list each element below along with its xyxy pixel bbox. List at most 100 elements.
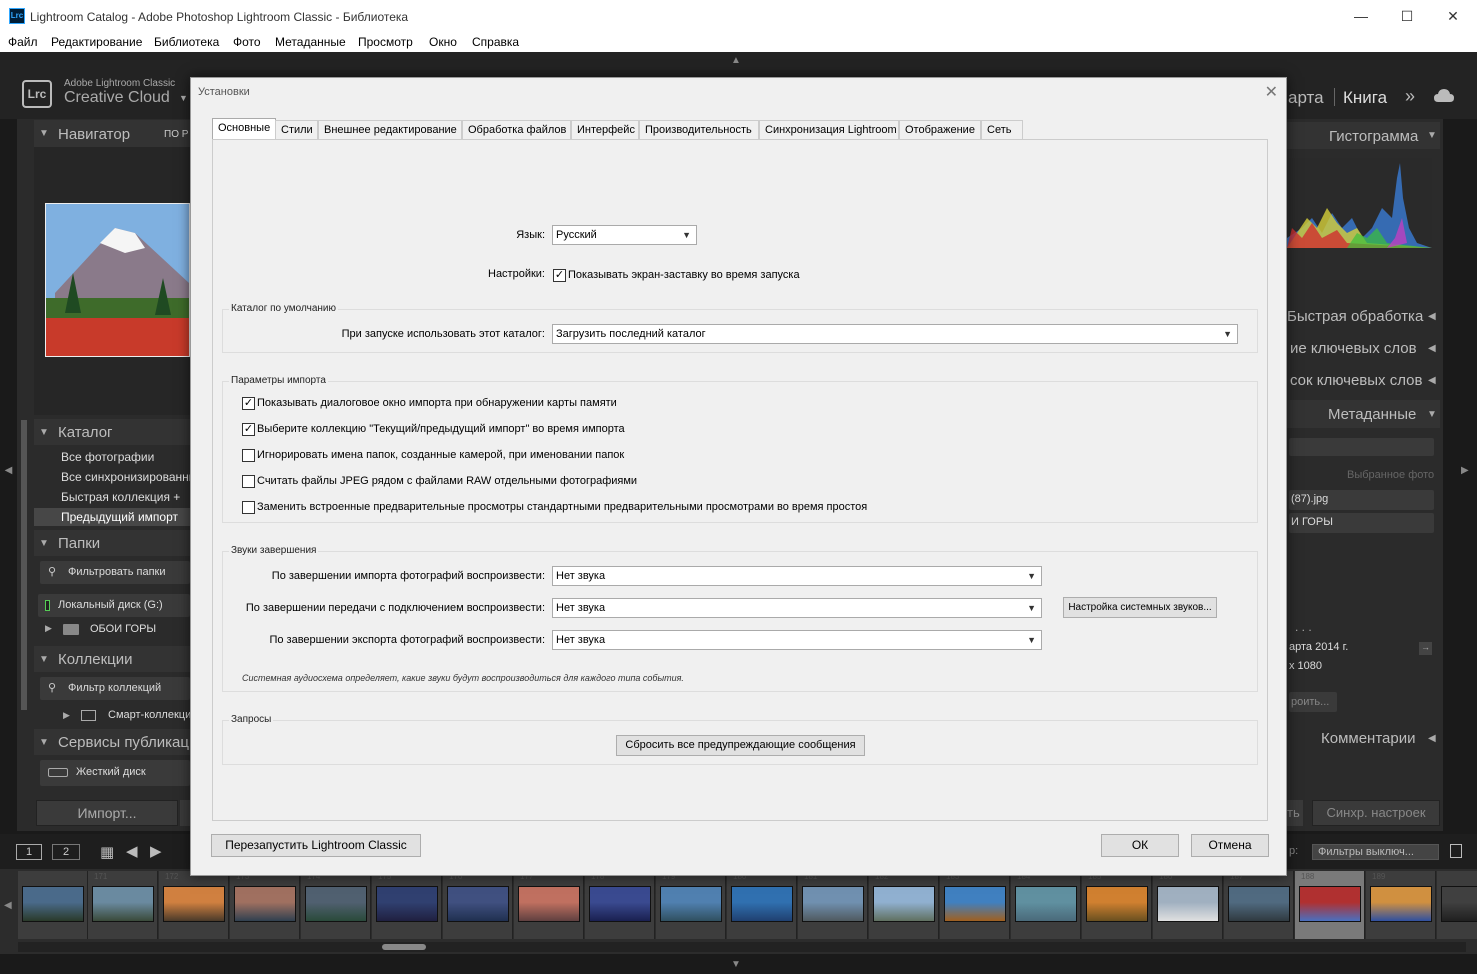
menu-metadata[interactable]: Метаданные [275,35,346,49]
hard-drive-service[interactable]: Жесткий диск [40,760,190,786]
export-button-partial[interactable] [180,800,190,826]
splash-checkbox[interactable]: ✓ [553,269,566,282]
module-book[interactable]: Книга [1343,88,1387,108]
tab-interface[interactable]: Интерфейс [571,120,639,140]
filmstrip-thumbnail[interactable] [1157,886,1219,922]
menu-edit[interactable]: Редактирование [51,35,142,49]
secondary-view-button[interactable]: 2 [52,844,80,860]
system-sounds-button[interactable]: Настройка системных звуков... [1063,597,1217,618]
volume-local-disk[interactable]: Локальный диск (G:) [38,594,190,617]
dialog-close-icon[interactable]: ✕ [1265,82,1278,102]
navigator-preview-image[interactable] [45,203,190,357]
import-sound-select[interactable]: Нет звука ▼ [552,566,1042,586]
close-window-button[interactable]: ✕ [1430,0,1476,32]
filmstrip-thumbnail[interactable] [873,886,935,922]
expand-keyword-list-icon[interactable]: ◀ [1428,375,1436,386]
primary-view-button[interactable]: 1 [16,844,42,860]
filmstrip-thumbnail[interactable] [802,886,864,922]
keyword-list-header[interactable]: сок ключевых слов ◀ [1287,366,1440,393]
module-map[interactable]: арта [1288,88,1324,108]
filmstrip-thumbnail[interactable] [1370,886,1432,922]
menu-help[interactable]: Справка [472,35,519,49]
filmstrip-thumbnail[interactable] [163,886,225,922]
histogram-header[interactable]: Гистограмма ▼ [1287,122,1440,149]
quick-develop-header[interactable]: Быстрая обработка ◀ [1287,302,1440,329]
expand-folder-icon[interactable]: ▶ [45,623,52,634]
import-option-checkbox[interactable] [242,475,255,488]
metadata-filename-field[interactable]: (87).jpg [1289,490,1434,510]
maximize-button[interactable]: ☐ [1384,0,1430,32]
back-arrow-icon[interactable]: ◀ [126,842,138,860]
filmstrip-thumbnail[interactable] [234,886,296,922]
catalog-startup-select[interactable]: Загрузить последний каталог ▼ [552,324,1238,344]
collapse-metadata-icon[interactable]: ▼ [1427,409,1437,420]
import-button[interactable]: Импорт... [36,800,178,826]
filmstrip-scrollbar[interactable] [18,942,1466,952]
filter-lock-icon[interactable] [1450,844,1462,858]
filmstrip-thumbnail[interactable] [518,886,580,922]
filmstrip-thumbnail[interactable] [1015,886,1077,922]
reset-warnings-button[interactable]: Сбросить все предупреждающие сообщения [616,735,865,756]
tab-performance[interactable]: Производительность [639,120,759,140]
filmstrip-thumbnail[interactable] [1228,886,1290,922]
menu-library[interactable]: Библиотека [154,35,219,49]
left-panel-scrollbar[interactable] [21,420,27,710]
import-option-checkbox[interactable] [242,501,255,514]
grid-view-icon[interactable]: ▦ [100,843,114,861]
collapse-catalog-icon[interactable]: ▼ [39,427,49,438]
menu-photo[interactable]: Фото [233,35,261,49]
sync-settings-button[interactable]: Синхр. настроек [1312,800,1440,826]
menu-window[interactable]: Окно [429,35,457,49]
catalog-item-quick-collection[interactable]: Быстрая коллекция + [61,490,180,504]
collapse-publish-icon[interactable]: ▼ [39,737,49,748]
collections-header[interactable]: ▼ Коллекции [34,646,190,672]
import-option-checkbox[interactable]: ✓ [242,423,255,436]
identity-dropdown-icon[interactable]: ▼ [179,93,188,103]
filmstrip-thumbnail[interactable] [731,886,793,922]
filmstrip-thumbnail[interactable] [660,886,722,922]
tab-display[interactable]: Отображение [899,120,981,140]
filmstrip-thumbnail[interactable] [447,886,509,922]
catalog-item-all-synced[interactable]: Все синхронизированные [61,470,190,484]
right-panel-toggle-icon[interactable]: ▶ [1461,465,1469,476]
tether-sound-select[interactable]: Нет звука ▼ [552,598,1042,618]
import-option-checkbox[interactable] [242,449,255,462]
build-preview-button[interactable]: роить... [1289,692,1337,712]
catalog-item-previous-import-selected[interactable]: Предыдущий импорт [34,508,190,526]
language-select[interactable]: Русский ▼ [552,225,697,245]
folders-header[interactable]: ▼ Папки [34,530,190,556]
tab-presets[interactable]: Стили [275,120,318,140]
panel-toggle-top-icon[interactable]: ▲ [731,55,741,66]
expand-keywording-icon[interactable]: ◀ [1428,343,1436,354]
expand-smart-icon[interactable]: ▶ [63,710,70,721]
comments-header[interactable]: Комментарии ◀ [1287,724,1440,751]
smart-collections-row[interactable]: ▶ Смарт-коллекци [40,706,190,726]
forward-arrow-icon[interactable]: ▶ [150,842,162,860]
filmstrip-thumbnail[interactable] [376,886,438,922]
metadata-header[interactable]: Метаданные ▼ [1287,400,1440,428]
filter-collections-field[interactable]: ⚲ Фильтр коллекций [40,677,190,700]
tab-network[interactable]: Сеть [981,120,1023,140]
filmstrip-thumbnail[interactable] [22,886,84,922]
filmstrip-thumbnail[interactable] [1441,886,1477,922]
cancel-button[interactable]: Отмена [1191,834,1269,857]
navigator-header[interactable]: ▼ Навигатор ПО Р [34,120,190,147]
go-to-date-icon[interactable]: → [1419,642,1432,655]
collapse-collections-icon[interactable]: ▼ [39,654,49,665]
menu-view[interactable]: Просмотр [358,35,413,49]
tab-external-editing[interactable]: Внешнее редактирование [318,120,462,140]
keywording-header[interactable]: ие ключевых слов ◀ [1287,334,1440,361]
catalog-item-all-photos[interactable]: Все фотографии [61,450,154,464]
menu-file[interactable]: Файл [8,35,38,49]
tab-file-handling[interactable]: Обработка файлов [462,120,571,140]
cloud-sync-icon[interactable] [1433,88,1455,104]
filmstrip-thumbnail[interactable] [92,886,154,922]
filmstrip-thumbnail[interactable] [1299,886,1361,922]
sync-button-partial[interactable]: ть [1287,800,1303,826]
collapse-folders-icon[interactable]: ▼ [39,538,49,549]
minimize-button[interactable]: — [1338,0,1384,32]
left-panel-toggle-icon[interactable]: ◀ [0,465,17,485]
expand-quick-develop-icon[interactable]: ◀ [1428,311,1436,322]
filmstrip-thumbnail[interactable] [589,886,651,922]
ok-button[interactable]: ОК [1101,834,1179,857]
